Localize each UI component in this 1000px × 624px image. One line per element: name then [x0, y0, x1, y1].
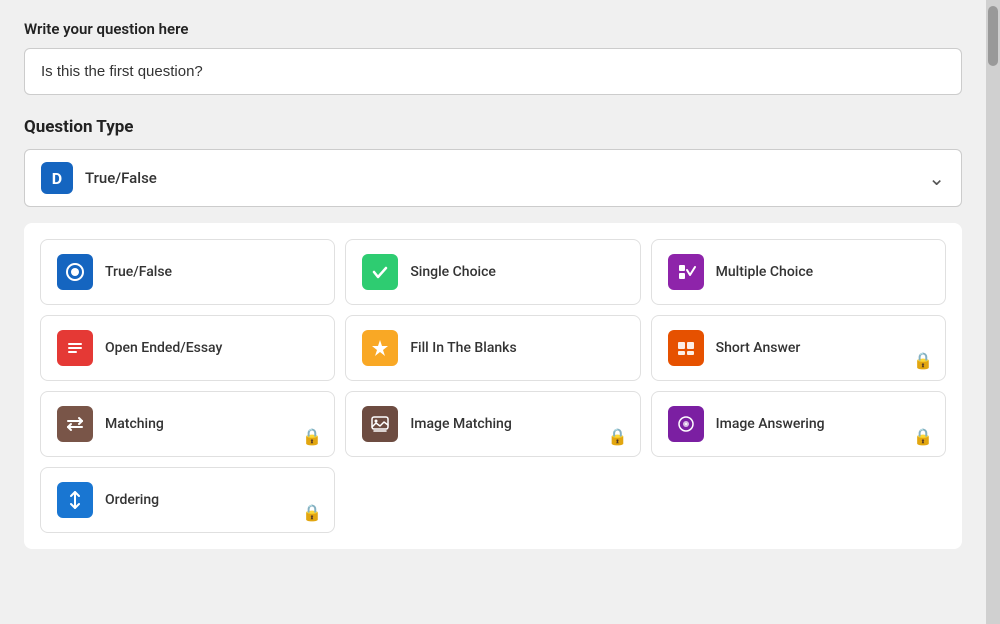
image-matching-icon [362, 406, 398, 442]
scrollbar[interactable] [986, 0, 1000, 624]
image-answering-lock-icon: 🔒 [913, 427, 933, 446]
short-answer-label: Short Answer [716, 340, 801, 356]
ordering-icon [57, 482, 93, 518]
image-answering-label: Image Answering [716, 416, 825, 432]
single-choice-label: Single Choice [410, 264, 496, 280]
short-answer-lock-icon: 🔒 [913, 351, 933, 370]
type-card-ordering[interactable]: Ordering 🔒 [40, 467, 335, 533]
type-selector-left: D True/False [41, 162, 157, 194]
fill-blanks-label: Fill In The Blanks [410, 340, 516, 356]
ordering-lock-icon: 🔒 [302, 503, 322, 522]
true-false-label: True/False [105, 264, 172, 280]
type-grid-container: True/False Single Choice Multiple Choice Op… [24, 223, 962, 549]
type-card-short-answer[interactable]: Short Answer 🔒 [651, 315, 946, 381]
image-matching-lock-icon: 🔒 [608, 427, 628, 446]
image-matching-label: Image Matching [410, 416, 511, 432]
open-ended-label: Open Ended/Essay [105, 340, 222, 356]
scrollbar-thumb[interactable] [988, 6, 998, 66]
type-card-open-ended[interactable]: Open Ended/Essay [40, 315, 335, 381]
image-answering-icon [668, 406, 704, 442]
multiple-choice-label: Multiple Choice [716, 264, 813, 280]
single-choice-icon [362, 254, 398, 290]
type-card-single-choice[interactable]: Single Choice [345, 239, 640, 305]
type-card-fill-blanks[interactable]: Fill In The Blanks [345, 315, 640, 381]
question-label: Write your question here [24, 20, 962, 38]
type-card-image-answering[interactable]: Image Answering 🔒 [651, 391, 946, 457]
type-card-image-matching[interactable]: Image Matching 🔒 [345, 391, 640, 457]
short-answer-icon [668, 330, 704, 366]
open-ended-icon [57, 330, 93, 366]
true-false-icon [57, 254, 93, 290]
type-card-true-false[interactable]: True/False [40, 239, 335, 305]
selected-type-text: True/False [85, 169, 157, 187]
ordering-label: Ordering [105, 492, 159, 508]
multiple-choice-icon [668, 254, 704, 290]
matching-lock-icon: 🔒 [302, 427, 322, 446]
question-type-label: Question Type [24, 117, 962, 137]
matching-label: Matching [105, 416, 164, 432]
type-grid: True/False Single Choice Multiple Choice Op… [40, 239, 946, 533]
main-content: Write your question here Question Type D… [0, 0, 986, 624]
type-selector-dropdown[interactable]: D True/False ⌄ [24, 149, 962, 207]
fill-blanks-icon [362, 330, 398, 366]
question-input[interactable] [24, 48, 962, 95]
type-card-multiple-choice[interactable]: Multiple Choice [651, 239, 946, 305]
type-card-matching[interactable]: Matching 🔒 [40, 391, 335, 457]
selected-type-icon: D [41, 162, 73, 194]
dropdown-chevron-icon: ⌄ [928, 166, 945, 190]
matching-icon [57, 406, 93, 442]
